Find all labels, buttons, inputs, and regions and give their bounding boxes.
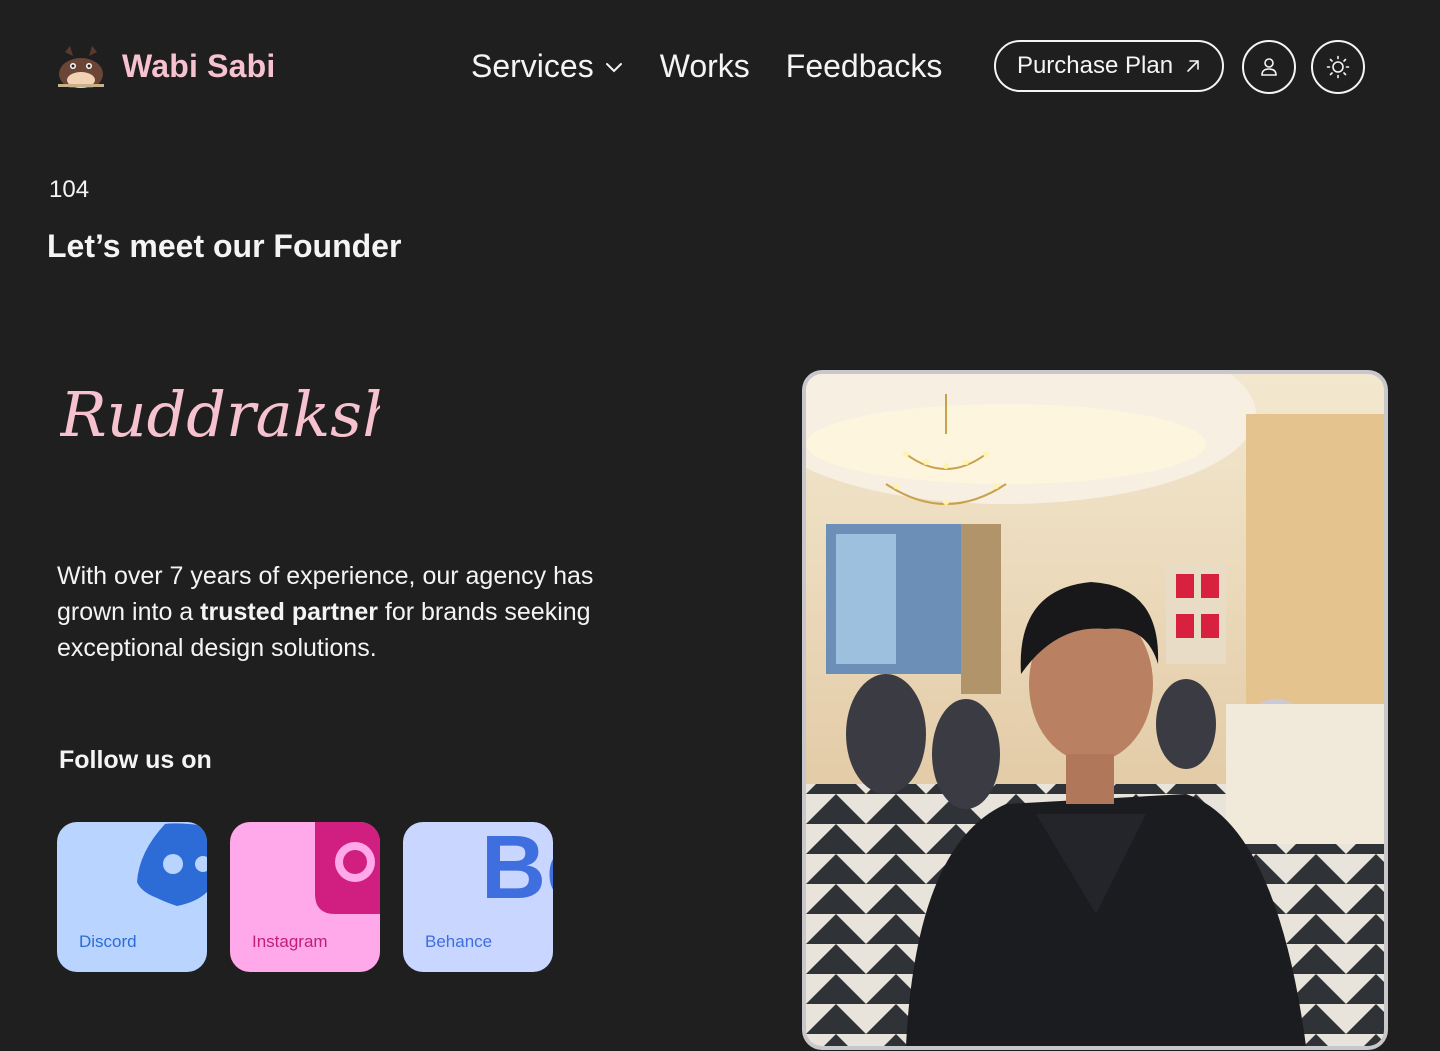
founder-description: With over 7 years of experience, our age…	[57, 558, 657, 666]
behance-label: Behance	[425, 932, 493, 951]
nav-works[interactable]: Works	[660, 48, 750, 85]
desc-bold: trusted partner	[200, 598, 378, 626]
nav-services-label: Services	[471, 48, 594, 84]
purchase-plan-label: Purchase Plan	[1016, 52, 1174, 79]
main-nav: Services Works Feedbacks	[471, 48, 942, 85]
founder-photo	[756, 324, 1384, 1046]
nav-feedbacks-label: Feedbacks	[785, 48, 943, 84]
brand-logo[interactable]: Wabi Sabi	[56, 44, 276, 88]
founder-photo-card	[756, 324, 1388, 1050]
section-title: Let’s meet our Founder	[47, 228, 402, 264]
follow-heading: Follow us on	[59, 746, 212, 774]
instagram-icon	[315, 822, 380, 914]
nav-works-label: Works	[659, 48, 750, 84]
svg-text:Be: Be	[481, 822, 553, 902]
founder-signature: Ruddraksh	[60, 378, 380, 451]
discord-card[interactable]: Discord	[57, 822, 207, 972]
discord-label: Discord	[79, 932, 137, 951]
nav-services[interactable]: Services	[471, 48, 624, 85]
totoro-icon	[58, 46, 104, 88]
discord-icon	[137, 823, 207, 906]
instagram-label: Instagram	[252, 932, 328, 951]
behance-icon: Be	[481, 822, 553, 902]
behance-card[interactable]: Be Behance	[403, 822, 553, 972]
instagram-card[interactable]: Instagram	[230, 822, 380, 972]
arrow-up-right-icon	[1187, 60, 1199, 72]
chevron-down-icon	[605, 62, 622, 72]
signature-text: Ruddraksh	[60, 378, 380, 451]
theme-toggle-button[interactable]	[1311, 40, 1365, 94]
user-button[interactable]	[1242, 40, 1296, 94]
user-icon	[1261, 58, 1277, 76]
purchase-plan-button[interactable]: Purchase Plan	[994, 40, 1224, 92]
nav-feedbacks[interactable]: Feedbacks	[786, 48, 943, 85]
sun-icon	[1326, 55, 1350, 79]
section-number: 104	[49, 176, 90, 203]
brand-name: Wabi Sabi	[122, 47, 276, 84]
